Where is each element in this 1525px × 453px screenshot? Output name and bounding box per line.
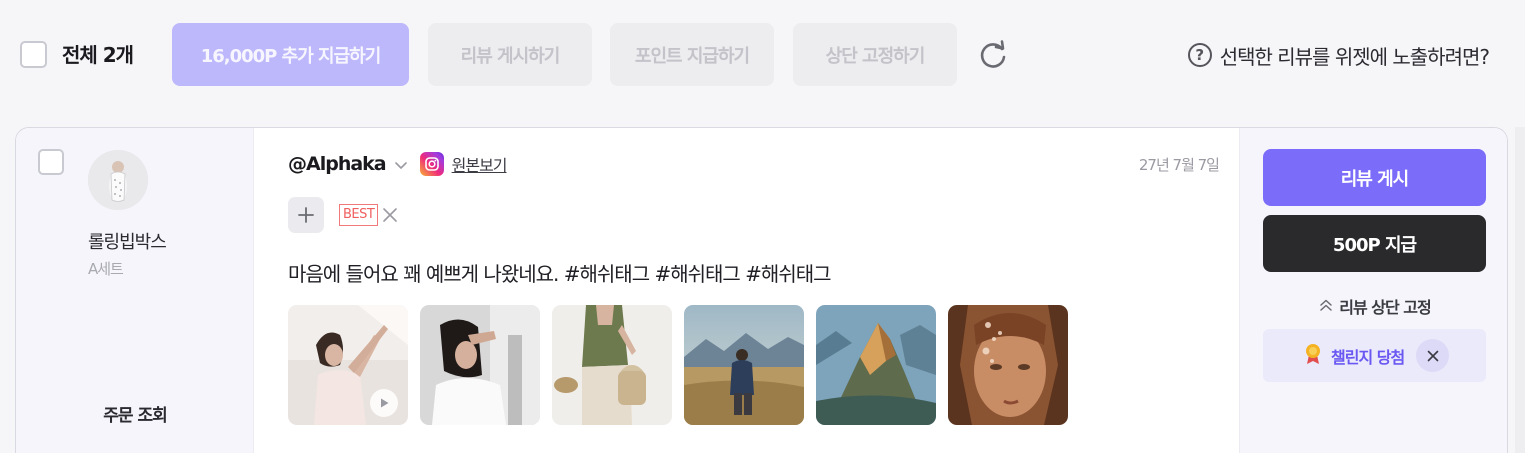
review-select-checkbox[interactable]	[38, 149, 64, 175]
review-actions-panel: 리뷰 게시 500P 지급 리뷰 상단 고정 챌린지 당첨	[1239, 128, 1507, 453]
pin-review-label: 리뷰 상단 고정	[1339, 298, 1431, 317]
scrollbar[interactable]	[1515, 127, 1525, 453]
tag-row: BEST	[288, 197, 398, 233]
widget-help-link[interactable]: ? 선택한 리뷰를 위젯에 노출하려면?	[1187, 40, 1490, 70]
pin-review-link[interactable]: 리뷰 상단 고정	[1240, 294, 1507, 318]
review-media-list	[288, 305, 1068, 425]
review-image-thumbnail[interactable]	[420, 305, 540, 425]
question-circle-icon: ?	[1187, 43, 1212, 67]
best-tag: BEST	[339, 204, 398, 226]
widget-help-text: 선택한 리뷰를 위젯에 노출하려면?	[1219, 44, 1490, 69]
close-icon[interactable]	[1416, 339, 1450, 372]
refresh-icon[interactable]	[975, 37, 1011, 73]
pin-top-button[interactable]: 상단 고정하기	[793, 23, 957, 86]
reviewer-username: @Alphaka	[288, 153, 387, 175]
review-video-thumbnail[interactable]	[288, 305, 408, 425]
review-image-thumbnail[interactable]	[816, 305, 936, 425]
pay-points-button[interactable]: 500P 지급	[1263, 215, 1486, 272]
double-chevron-up-icon	[1319, 297, 1333, 316]
challenge-winner-label: 챌린지 당첨	[1331, 347, 1405, 367]
review-author-row: @Alphaka 원본보기	[288, 151, 508, 177]
select-all-label: 전체 2개	[62, 43, 134, 67]
remove-tag-icon[interactable]	[382, 207, 398, 223]
bulk-action-toolbar: 전체 2개 16,000P 추가 지급하기 리뷰 게시하기 포인트 지급하기 상…	[0, 0, 1525, 110]
product-name: 롤링빕박스	[88, 232, 167, 253]
best-badge: BEST	[339, 204, 379, 226]
product-thumbnail	[88, 150, 148, 210]
publish-review-button[interactable]: 리뷰 게시	[1263, 149, 1486, 206]
review-image-thumbnail[interactable]	[552, 305, 672, 425]
review-image-thumbnail[interactable]	[948, 305, 1068, 425]
add-tag-button[interactable]	[288, 197, 324, 233]
order-lookup-link[interactable]: 주문 조회	[16, 401, 254, 426]
medal-icon	[1303, 343, 1323, 369]
plus-icon	[298, 207, 314, 223]
challenge-winner-tag: 챌린지 당첨	[1263, 329, 1486, 382]
review-product-panel: 롤링빕박스 A세트 주문 조회	[16, 128, 254, 453]
view-original-link[interactable]: 원본보기	[452, 152, 508, 176]
review-content: @Alphaka 원본보기 27년 7월 7일 BEST 마음에 들어요 꽤 예…	[254, 128, 1239, 453]
instagram-icon	[419, 152, 444, 176]
post-reviews-button[interactable]: 리뷰 게시하기	[428, 23, 592, 86]
review-text: 마음에 들어요 꽤 예쁘게 나왔네요. #해쉬태그 #해쉬태그 #해쉬태그	[288, 262, 832, 286]
review-date: 27년 7월 7일	[1138, 156, 1220, 174]
review-card: 롤링빕박스 A세트 주문 조회 @Alphaka 원본보기 27년 7월 7일	[15, 127, 1508, 453]
play-icon[interactable]	[370, 389, 398, 417]
chevron-down-icon[interactable]	[394, 157, 408, 171]
select-all-checkbox[interactable]	[20, 41, 47, 68]
product-option: A세트	[88, 260, 124, 278]
pay-extra-points-button[interactable]: 16,000P 추가 지급하기	[172, 23, 409, 86]
review-image-thumbnail[interactable]	[684, 305, 804, 425]
give-points-button[interactable]: 포인트 지급하기	[610, 23, 774, 86]
